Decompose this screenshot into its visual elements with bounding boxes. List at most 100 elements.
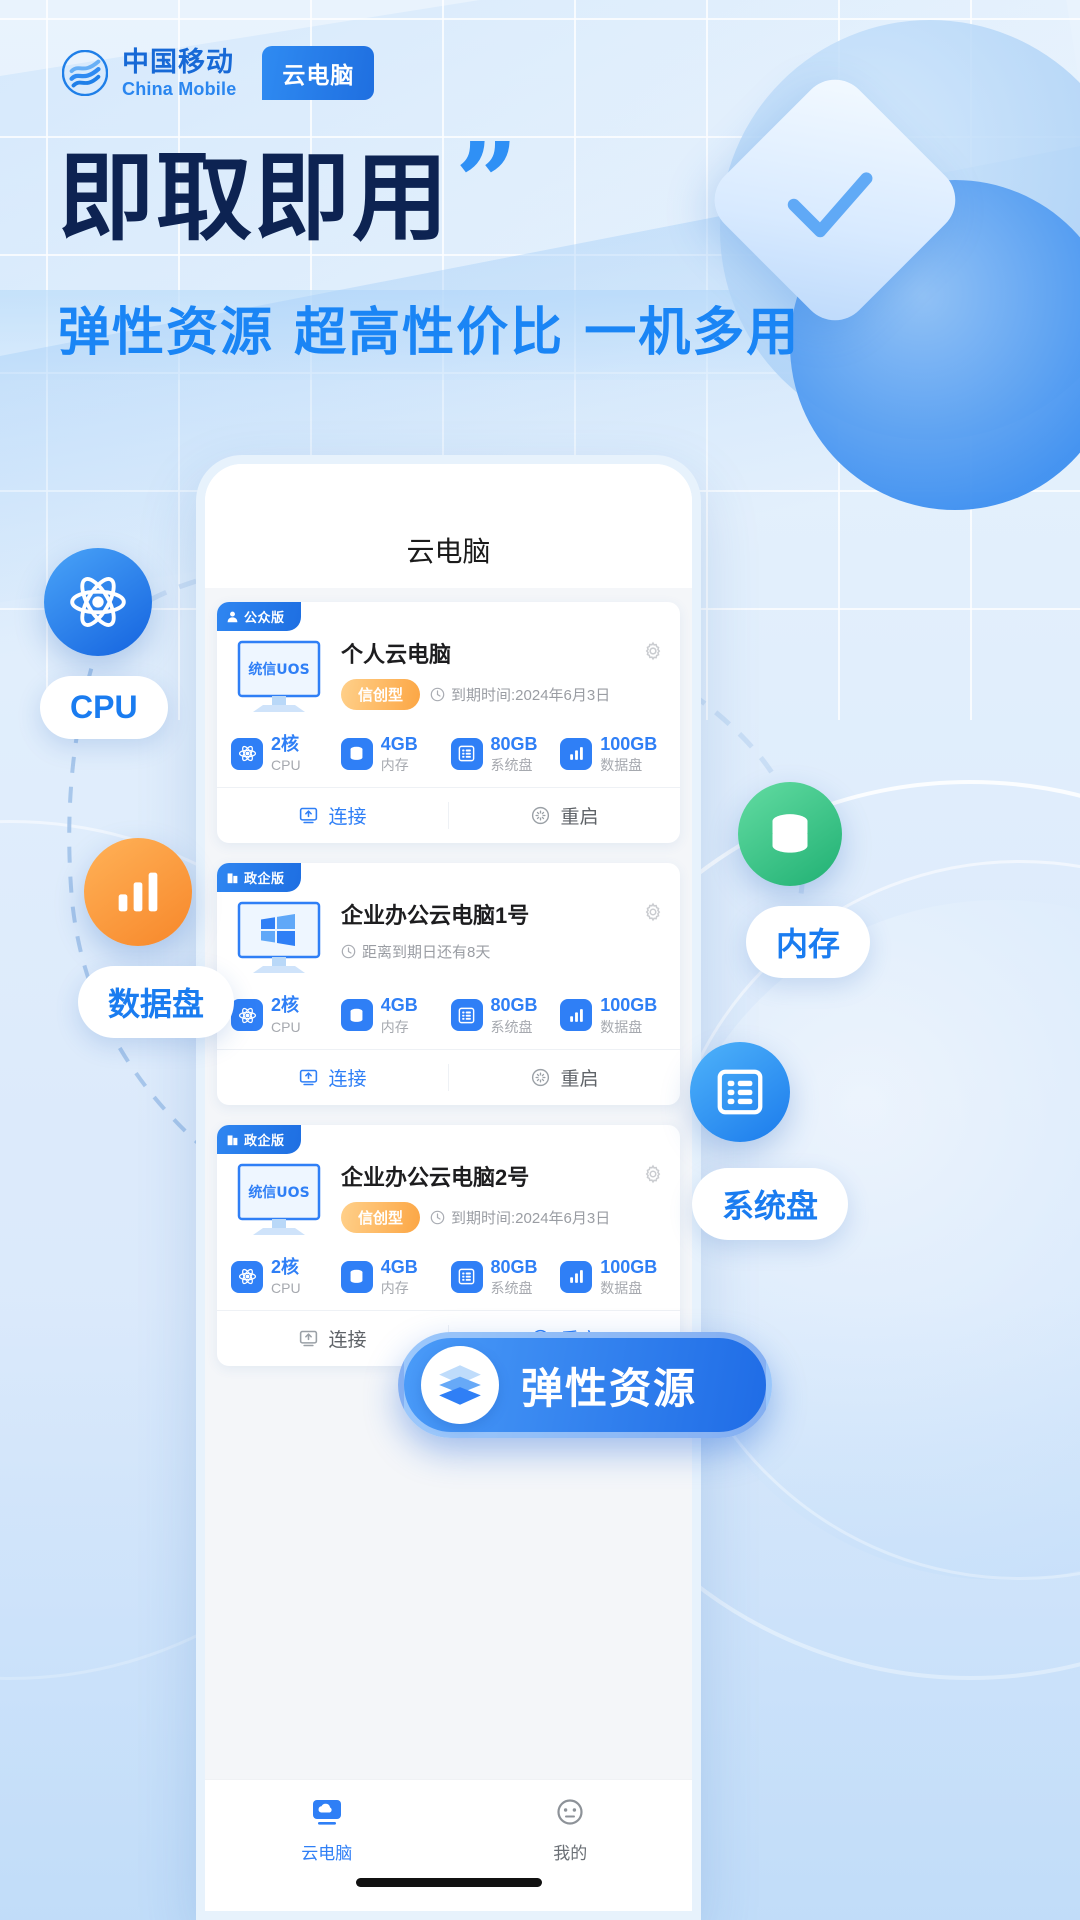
elastic-resource-banner[interactable]: 弹性资源 <box>398 1332 772 1438</box>
connect-label: 连接 <box>328 807 367 829</box>
spec-value: 4GB <box>380 995 418 1016</box>
vm-meta: 距离到期日还有8天 <box>341 941 666 962</box>
vm-name: 个人云电脑 <box>341 642 452 667</box>
spec-system-disk: 80GB 系统盘 <box>450 995 557 1035</box>
cpu-icon <box>231 999 263 1032</box>
spec-memory: 4GB 内存 <box>340 995 447 1035</box>
data-disk-icon <box>560 999 593 1032</box>
vm-badge-label: 公众版 <box>244 610 285 625</box>
tab-cloud-pc[interactable]: 云电脑 <box>205 1796 449 1911</box>
vm-expiry-text: 到期时间:2024年6月3日 <box>451 1210 611 1228</box>
brand-header: 中国移动 China Mobile 云电脑 <box>62 46 375 100</box>
system-disk-icon <box>450 999 483 1032</box>
vm-card[interactable]: 政企版 企业办公云电脑1号 距离到期日还有8天 2核 CPU 4GB 内存 80… <box>217 863 680 1105</box>
connect-label: 连接 <box>328 1068 367 1090</box>
vm-expiry: 距离到期日还有8天 <box>341 941 490 962</box>
vm-os-thumbnail: 统信UOS <box>231 636 327 718</box>
bottom-tab-bar: 云电脑 我的 <box>205 1779 692 1911</box>
tab-label: 我的 <box>553 1844 588 1863</box>
memory-icon <box>340 1260 373 1293</box>
profile-icon <box>557 1799 583 1825</box>
brand-name-en: China Mobile <box>122 78 237 99</box>
vm-card[interactable]: 政企版 统信UOS 企业办公云电脑2号 信创型 到期时间:2024年6月3日 2… <box>217 1124 680 1367</box>
tab-label: 云电脑 <box>301 1844 353 1863</box>
uos-monitor-icon: 统信UOS <box>237 1163 321 1235</box>
vm-expiry: 到期时间:2024年6月3日 <box>430 684 610 705</box>
spec-label: 数据盘 <box>600 757 643 774</box>
vm-actions: 连接 重启 <box>217 787 680 843</box>
data-disk-icon <box>560 1260 593 1293</box>
gear-icon[interactable] <box>642 901 664 923</box>
spec-system-disk: 80GB 系统盘 <box>450 734 557 773</box>
vm-specs: 2核 CPU 4GB 内存 80GB 系统盘 100GB 数据盘 <box>217 722 680 787</box>
spec-value: 80GB <box>490 1256 538 1277</box>
clock-icon <box>430 1211 445 1225</box>
spec-label: CPU <box>271 1280 301 1297</box>
system-disk-icon <box>450 1260 483 1293</box>
vm-card[interactable]: 公众版 统信UOS 个人云电脑 信创型 到期时间:2024年6月3日 2核 CP… <box>217 602 680 844</box>
restart-label: 重启 <box>560 807 599 829</box>
spec-value: 100GB <box>600 1256 658 1277</box>
spec-label: 内存 <box>380 757 409 774</box>
connect-button[interactable]: 连接 <box>217 1050 448 1105</box>
vm-expiry-text: 距离到期日还有8天 <box>362 943 491 961</box>
tab-profile[interactable]: 我的 <box>449 1796 693 1911</box>
spec-value: 4GB <box>380 734 418 754</box>
windows-logo-icon <box>237 902 321 974</box>
restart-icon <box>532 807 550 825</box>
gear-icon[interactable] <box>642 640 664 662</box>
user-icon <box>227 611 238 623</box>
callout-bubble-memory <box>738 782 842 886</box>
spec-value: 2核 <box>271 1256 300 1277</box>
china-mobile-logo-icon <box>62 50 108 96</box>
restart-button[interactable]: 重启 <box>449 788 680 843</box>
spec-value: 100GB <box>600 734 658 754</box>
spec-system-disk: 80GB 系统盘 <box>450 1256 557 1297</box>
building-icon <box>227 873 238 884</box>
cpu-icon <box>231 1260 263 1293</box>
spec-value: 80GB <box>490 995 538 1016</box>
callout-label-memory: 内存 <box>745 906 870 978</box>
system-disk-icon <box>717 1069 763 1115</box>
spec-value: 100GB <box>600 995 658 1016</box>
clock-icon <box>341 944 356 959</box>
callout-label-data-disk: 数据盘 <box>78 966 235 1038</box>
vm-name: 企业办公云电脑1号 <box>341 903 530 929</box>
connect-label: 连接 <box>328 1330 367 1352</box>
spec-value: 2核 <box>271 995 300 1016</box>
spec-label: 系统盘 <box>490 1018 533 1035</box>
restart-icon <box>532 1068 550 1087</box>
spec-cpu: 2核 CPU <box>231 1257 337 1296</box>
callout-label-system-disk: 系统盘 <box>691 1168 848 1240</box>
home-indicator <box>355 1878 542 1887</box>
spec-label: 内存 <box>380 1018 409 1035</box>
connect-button[interactable]: 连接 <box>217 788 448 843</box>
gear-icon[interactable] <box>642 1163 664 1185</box>
check-icon <box>787 172 873 238</box>
cloud-pc-icon <box>312 1800 341 1825</box>
callout-bubble-data-disk <box>84 838 192 946</box>
spec-data-disk: 100GB 数据盘 <box>560 1257 666 1296</box>
vm-info: 个人云电脑 信创型 到期时间:2024年6月3日 <box>341 636 666 718</box>
phone-screen: 云电脑 公众版 统信UOS 个人云电脑 信创型 到期时间:2024年6月3日 2… <box>205 464 692 1911</box>
vm-type-tag: 信创型 <box>341 1202 421 1234</box>
uos-monitor-icon: 统信UOS <box>237 640 321 712</box>
memory-icon <box>340 737 373 770</box>
elastic-resource-label: 弹性资源 <box>521 1364 698 1412</box>
memory-icon <box>340 999 373 1032</box>
callout-label-cpu: CPU <box>40 676 168 739</box>
vm-badge: 政企版 <box>217 1124 301 1154</box>
restart-label: 重启 <box>560 1068 599 1090</box>
vm-name: 企业办公云电脑2号 <box>341 1164 530 1190</box>
data-disk-icon <box>560 737 593 770</box>
spec-label: 系统盘 <box>490 1280 533 1297</box>
clock-icon <box>430 688 445 702</box>
vm-badge: 政企版 <box>217 863 301 893</box>
brand-product-tag: 云电脑 <box>262 46 375 100</box>
svg-text:统信UOS: 统信UOS <box>248 661 309 678</box>
vm-meta: 信创型 到期时间:2024年6月3日 <box>341 1202 666 1234</box>
callout-bubble-cpu <box>44 548 152 656</box>
quote-mark-icon: ” <box>455 118 519 247</box>
vm-actions: 连接 重启 <box>217 1048 680 1105</box>
restart-button[interactable]: 重启 <box>449 1050 680 1105</box>
